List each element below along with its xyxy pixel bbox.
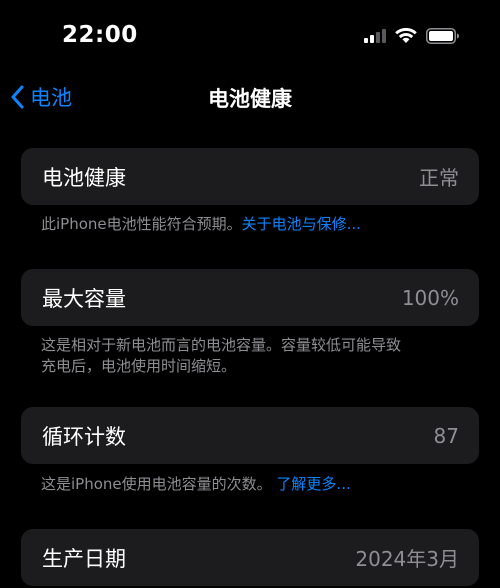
max-capacity-label: 最大容量 bbox=[42, 286, 126, 311]
cycle-count-label: 循环计数 bbox=[42, 424, 126, 449]
max-capacity-note-line1: 这是相对于新电池而言的电池容量。容量较低可能导致 bbox=[41, 336, 402, 354]
page-title: 电池健康 bbox=[208, 87, 292, 111]
cycle-count-note-text: 这是iPhone使用电池容量的次数。 bbox=[41, 475, 272, 493]
max-capacity-note-line2: 充电后，电池使用时间缩短。 bbox=[41, 357, 237, 375]
battery-icon bbox=[426, 28, 459, 44]
cycle-count-note: 这是iPhone使用电池容量的次数。 了解更多... bbox=[41, 474, 461, 495]
battery-health-row: 电池健康 正常 bbox=[21, 148, 479, 205]
cycle-count-row: 循环计数 87 bbox=[21, 407, 479, 464]
manufacture-date-value: 2024年3月 bbox=[355, 547, 459, 571]
manufacture-date-label: 生产日期 bbox=[42, 546, 126, 571]
max-capacity-row: 最大容量 100% bbox=[21, 269, 479, 326]
status-bar: 22:00 bbox=[0, 0, 500, 76]
cycle-count-value: 87 bbox=[433, 423, 459, 448]
manufacture-date-row: 生产日期 2024年3月 bbox=[21, 529, 479, 586]
status-icons bbox=[364, 28, 460, 44]
cellular-signal-icon bbox=[364, 29, 386, 43]
battery-warranty-link[interactable]: 关于电池与保修... bbox=[242, 215, 361, 233]
battery-health-note-text: 此iPhone电池性能符合预期。 bbox=[41, 215, 242, 233]
battery-health-note: 此iPhone电池性能符合预期。关于电池与保修... bbox=[41, 214, 461, 235]
max-capacity-note: 这是相对于新电池而言的电池容量。容量较低可能导致 充电后，电池使用时间缩短。 bbox=[41, 335, 461, 377]
wifi-icon bbox=[395, 28, 417, 43]
battery-health-value: 正常 bbox=[419, 166, 459, 190]
max-capacity-value: 100% bbox=[401, 285, 459, 310]
battery-health-label: 电池健康 bbox=[42, 165, 126, 190]
learn-more-link[interactable]: 了解更多... bbox=[276, 475, 350, 493]
nav-bar: 电池 电池健康 bbox=[0, 76, 500, 120]
status-time: 22:00 bbox=[62, 22, 138, 48]
